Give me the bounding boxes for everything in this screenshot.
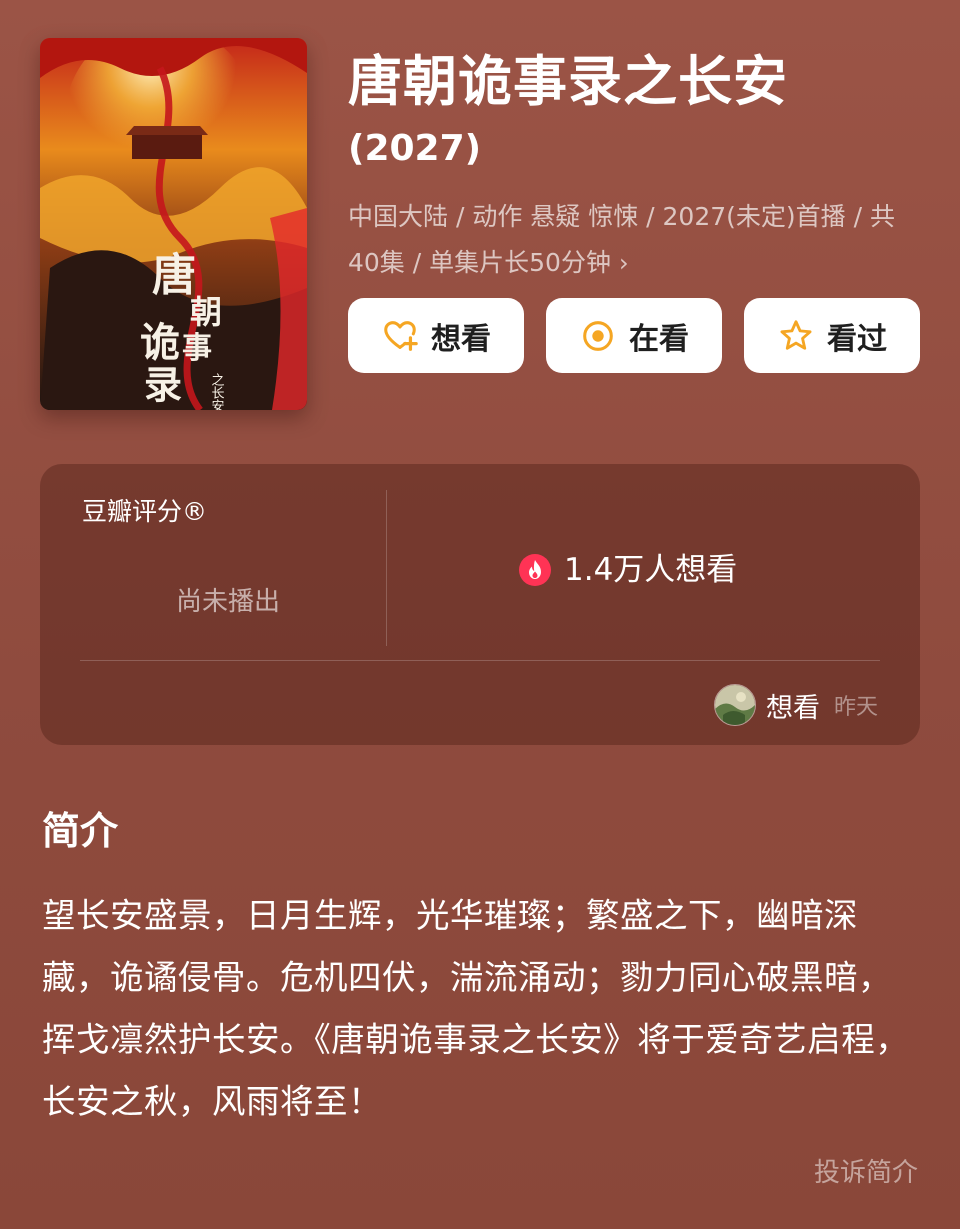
release-year: (2027)	[348, 128, 482, 169]
watching-button[interactable]: 在看	[546, 298, 722, 373]
chevron-right-icon: ›	[618, 249, 629, 277]
watching-label: 在看	[629, 321, 689, 357]
want-to-watch-label: 想看	[431, 321, 491, 357]
synopsis-text: 望长安盛景，日月生辉，光华璀璨；繁盛之下，幽暗深藏，诡谲侵骨。危机四伏，湍流涌动…	[42, 896, 910, 1121]
activity-action: 想看	[765, 692, 820, 724]
svg-text:录: 录	[144, 362, 182, 407]
movie-meta-info[interactable]: 中国大陆 / 动作 悬疑 惊悚 / 2027(未定)首播 / 共40集 / 单集…	[348, 194, 908, 286]
heart-plus-icon	[381, 317, 419, 355]
fire-icon	[518, 553, 552, 587]
rating-card[interactable]: 豆瓣评分® 尚未播出 1.4万人想看 想看 昨天	[40, 464, 920, 745]
report-synopsis-link[interactable]: 投诉简介	[814, 1155, 918, 1191]
user-activity[interactable]: 想看 昨天	[713, 684, 878, 726]
rating-divider-vertical	[386, 490, 387, 646]
rating-status: 尚未播出	[176, 587, 281, 617]
page-title: 唐朝诡事录之长安	[348, 50, 788, 113]
activity-time: 昨天	[833, 695, 878, 720]
wish-count[interactable]: 1.4万人想看	[518, 550, 737, 590]
douban-rating-label: 豆瓣评分®	[82, 497, 208, 526]
watched-label: 看过	[827, 321, 887, 357]
action-button-group: 想看 在看 看过	[348, 298, 920, 373]
svg-text:朝: 朝	[190, 293, 222, 331]
svg-text:诡: 诡	[140, 319, 180, 366]
target-circle-icon	[579, 317, 617, 355]
watched-button[interactable]: 看过	[744, 298, 920, 373]
rating-divider-horizontal	[80, 660, 880, 661]
avatar[interactable]	[713, 684, 756, 726]
poster-image[interactable]: 唐 朝 诡 事 录 之长安	[40, 38, 307, 410]
wish-count-text: 1.4万人想看	[564, 552, 738, 588]
star-icon	[777, 317, 815, 355]
svg-text:事: 事	[182, 331, 212, 366]
want-to-watch-button[interactable]: 想看	[348, 298, 524, 373]
synopsis-title: 简介	[42, 809, 119, 853]
svg-text:之长安: 之长安	[209, 373, 225, 410]
